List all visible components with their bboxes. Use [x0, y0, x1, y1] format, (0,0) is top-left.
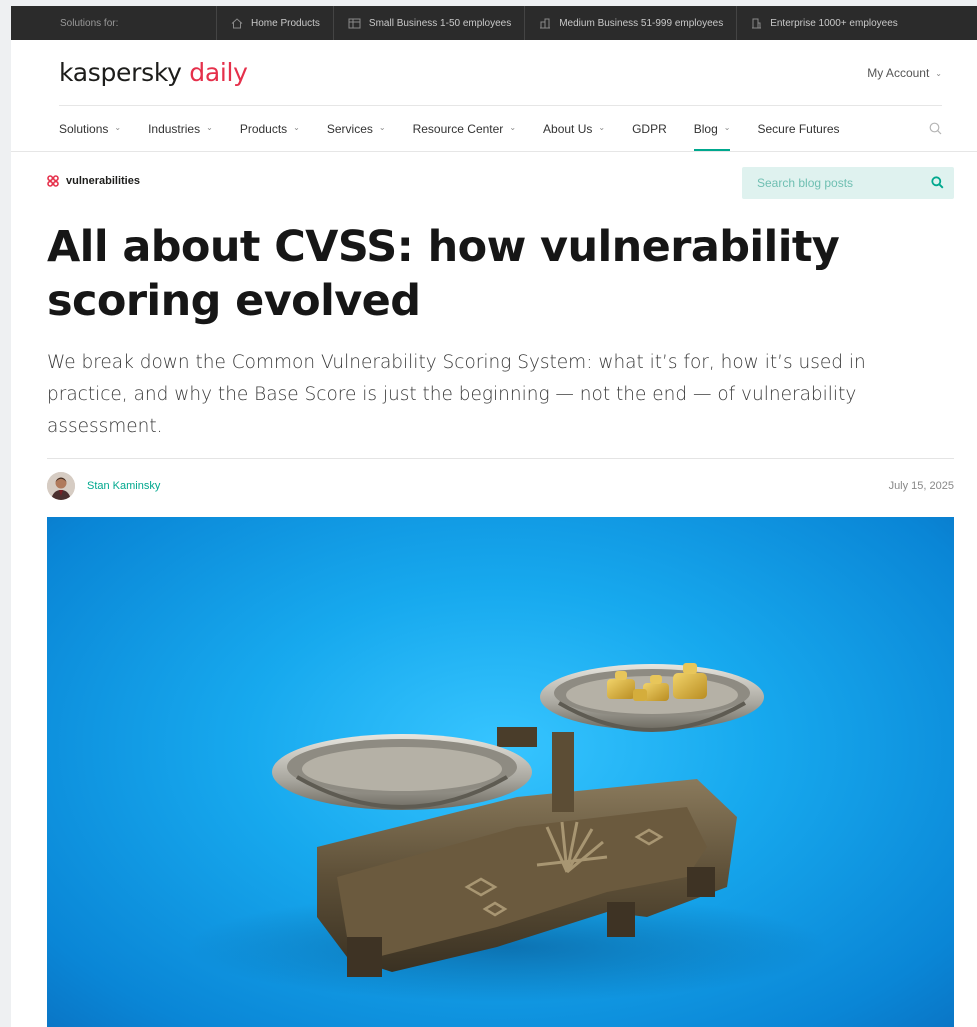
nav-item-about-us[interactable]: About Us ⌄ — [543, 106, 605, 151]
article-subtitle: We break down the Common Vulnerability S… — [47, 352, 866, 437]
balance-scale-illustration — [187, 663, 827, 1002]
nav-item-services[interactable]: Services ⌄ — [327, 106, 386, 151]
blog-search — [742, 167, 954, 199]
segment-label: Enterprise 1000+ employees — [770, 17, 898, 29]
chevron-down-icon: ⌄ — [935, 69, 942, 78]
search-icon[interactable] — [929, 122, 942, 135]
chevron-down-icon: ⌄ — [293, 123, 300, 132]
office-small-icon — [348, 18, 361, 28]
nav-item-label: About Us — [543, 121, 593, 136]
segment-small-business[interactable]: Small Business 1-50 employees — [332, 6, 524, 40]
logo-brand: kaspersky — [59, 58, 182, 87]
logo-suffix: daily — [189, 58, 248, 87]
chevron-down-icon: ⌄ — [378, 123, 386, 132]
blog-search-input[interactable] — [757, 176, 917, 190]
publish-date: July 15, 2025 — [888, 480, 954, 492]
nav-item-products[interactable]: Products ⌄ — [240, 106, 300, 151]
avatar — [47, 472, 75, 500]
nav-item-industries[interactable]: Industries ⌄ — [148, 106, 213, 151]
article-meta-row: vulnerabilities — [11, 152, 977, 200]
byline-divider — [47, 458, 954, 459]
tag-icon — [47, 175, 59, 187]
segment-medium-business[interactable]: Medium Business 51-999 employees — [524, 6, 736, 40]
nav-item-label: Products — [239, 121, 288, 136]
segment-home-products[interactable]: Home Products — [216, 6, 333, 40]
author-link[interactable]: Stan Kaminsky — [47, 472, 160, 500]
nav-item-label: Services — [326, 121, 373, 136]
chevron-down-icon: ⌄ — [509, 123, 517, 132]
chevron-down-icon: ⌄ — [723, 123, 731, 132]
my-account-label: My Account — [867, 66, 930, 80]
tag-label: vulnerabilities — [66, 175, 140, 187]
nav-item-label: Solutions — [59, 121, 109, 136]
site-logo[interactable]: kaspersky daily — [59, 58, 248, 87]
chevron-down-icon: ⌄ — [206, 123, 213, 132]
page: Solutions for: Home Products Small Busin… — [11, 6, 977, 1027]
enterprise-icon — [752, 18, 762, 28]
site-header: kaspersky daily My Account ⌄ — [59, 40, 942, 106]
my-account-menu[interactable]: My Account ⌄ — [867, 66, 942, 80]
search-icon[interactable] — [931, 176, 944, 189]
segment-enterprise[interactable]: Enterprise 1000+ employees — [736, 6, 911, 40]
solutions-bar: Solutions for: Home Products Small Busin… — [11, 6, 977, 40]
office-medium-icon — [540, 18, 551, 28]
article-title: All about CVSS: how vulnerability scorin… — [47, 222, 840, 326]
segment-label: Home Products — [251, 17, 320, 29]
nav-item-solutions[interactable]: Solutions ⌄ — [59, 106, 121, 151]
nav-item-label: Industries — [148, 121, 201, 136]
nav-item-secure-futures[interactable]: Secure Futures — [757, 106, 839, 151]
nav-item-label: Secure Futures — [757, 121, 840, 136]
solutions-label: Solutions for: — [60, 17, 119, 29]
main-nav: Solutions ⌄ Industries ⌄ Products ⌄ Service… — [59, 106, 942, 151]
chevron-down-icon: ⌄ — [114, 123, 122, 132]
nav-item-label: Blog — [693, 121, 718, 136]
hero-image — [47, 517, 954, 1027]
nav-item-blog[interactable]: Blog ⌄ — [693, 106, 731, 151]
nav-item-label: Resource Center — [412, 121, 504, 136]
author-name: Stan Kaminsky — [87, 480, 161, 492]
segment-label: Small Business 1-50 employees — [368, 17, 512, 29]
chevron-down-icon: ⌄ — [598, 123, 606, 132]
nav-item-gdpr[interactable]: GDPR — [632, 106, 667, 151]
author-photo — [47, 472, 75, 500]
segment-label: Medium Business 51-999 employees — [559, 17, 724, 29]
house-icon — [231, 17, 243, 28]
nav-item-resource-center[interactable]: Resource Center ⌄ — [413, 106, 516, 151]
tag-link[interactable]: vulnerabilities — [47, 175, 140, 187]
nav-item-label: GDPR — [632, 121, 667, 136]
